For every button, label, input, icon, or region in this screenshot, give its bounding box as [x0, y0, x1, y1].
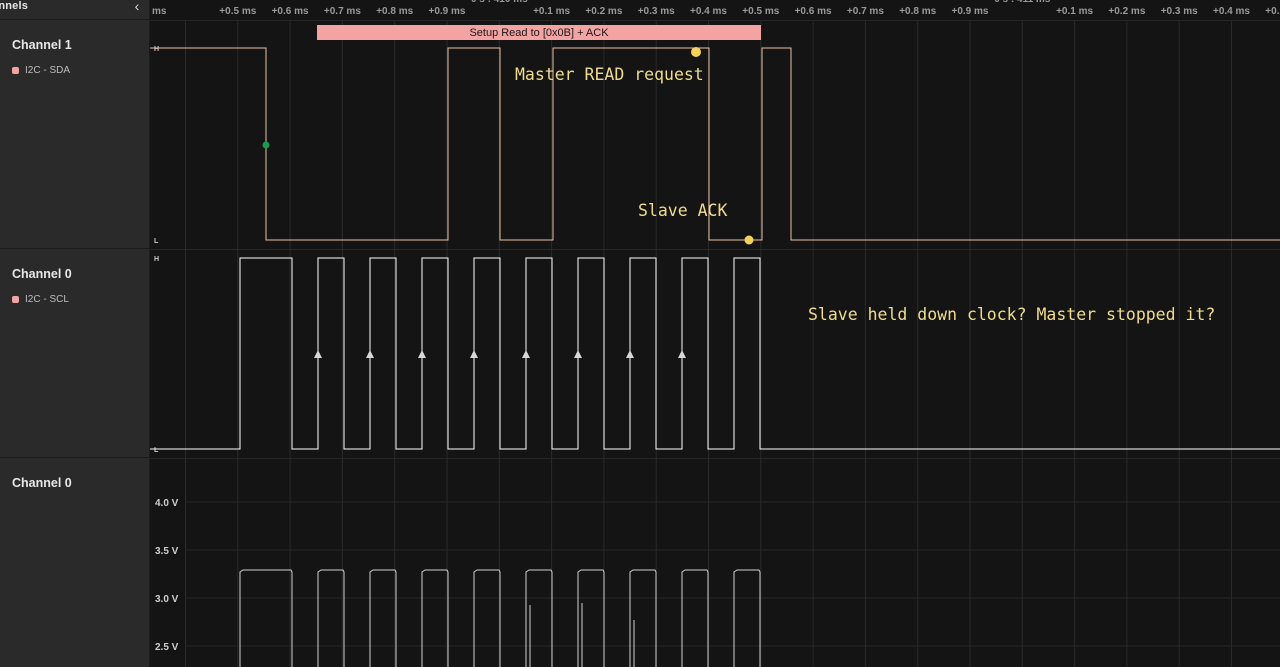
waveform-canvas[interactable]: ms +0.5 ms +0.6 ms +0.7 ms +0.8 ms +0.9 ms 0 s…: [150, 0, 1280, 667]
sample-arrow-marker: [678, 350, 686, 358]
time-tick-label: +0.9 ms: [952, 6, 989, 17]
time-tick-label: +0.1 ms: [533, 6, 570, 17]
time-tick-label: +0.8 ms: [899, 6, 936, 17]
sample-arrow-marker: [366, 350, 374, 358]
analyzer-color-dot: [12, 296, 19, 303]
channel-name: Channel 0: [12, 476, 72, 490]
sda-high-label: H: [154, 46, 159, 53]
time-tick-label: +0.2 ms: [585, 6, 622, 17]
time-tick-label: +0.7 ms: [847, 6, 884, 17]
annotation-marker: [744, 235, 754, 245]
sample-arrow-marker: [470, 350, 478, 358]
time-tick-label: +0.6 ms: [795, 6, 832, 17]
analyzer-name: I2C - SDA: [25, 65, 71, 76]
voltage-axis-label: 3.0 V: [155, 594, 179, 605]
time-tick-label: +0.4 ms: [1213, 6, 1250, 17]
i2c-frame[interactable]: Setup Read to [0x0B] + ACK: [317, 25, 761, 40]
cursor-label: 0 s : 411 ms: [994, 0, 1051, 5]
analyzer-label[interactable]: I2C - SDA: [12, 65, 70, 76]
sidebar-header: annels ‹: [0, 0, 150, 20]
channel-panel-analog[interactable]: Channel 0: [0, 459, 150, 667]
sample-arrow-marker: [522, 350, 530, 358]
start-condition-marker: [262, 141, 270, 149]
i2c-frame-label: Setup Read to [0x0B] + ACK: [469, 27, 609, 39]
analyzer-color-dot: [12, 67, 19, 74]
time-tick-label: +0.1 ms: [1056, 6, 1093, 17]
sample-arrow-marker: [626, 350, 634, 358]
time-tick-label: +0.2 ms: [1108, 6, 1145, 17]
annotation-text: Master READ request: [515, 65, 704, 84]
annotation-text: Slave held down clock? Master stopped it…: [808, 305, 1215, 324]
time-tick-label: +0.5 ms: [1265, 6, 1280, 17]
channel-name: Channel 0: [12, 267, 72, 281]
voltage-axis-label: 3.5 V: [155, 546, 179, 557]
voltage-axis-label: 2.5 V: [155, 642, 179, 653]
cursor-label: 0 s : 410 ms: [471, 0, 528, 5]
channel-panel-scl[interactable]: Channel 0 I2C - SCL: [0, 250, 150, 458]
analog-waveform: [239, 569, 761, 667]
annotation[interactable]: Slave ACK: [638, 201, 727, 220]
annotation-marker: [691, 47, 701, 57]
channel-panel-sda[interactable]: Channel 1 I2C - SDA: [0, 21, 150, 249]
waveform-plot[interactable]: ms +0.5 ms +0.6 ms +0.7 ms +0.8 ms +0.9 ms 0 s…: [150, 0, 1280, 667]
time-tick-label: ms: [152, 6, 167, 17]
voltage-axis-label: 4.0 V: [155, 498, 179, 509]
sample-arrow-marker: [314, 350, 322, 358]
chevron-left-icon[interactable]: ‹: [128, 0, 146, 14]
time-tick-label: +0.4 ms: [690, 6, 727, 17]
time-tick-label: +0.7 ms: [324, 6, 361, 17]
sample-arrow-marker: [574, 350, 582, 358]
sda-low-label: L: [154, 238, 159, 245]
analyzer-name: I2C - SCL: [25, 294, 69, 305]
time-tick-label: +0.9 ms: [429, 6, 466, 17]
annotation[interactable]: Master READ request: [515, 65, 704, 84]
scl-high-label: H: [154, 256, 159, 263]
time-tick-label: +0.5 ms: [742, 6, 779, 17]
channel-name: Channel 1: [12, 38, 72, 52]
sidebar-title: annels: [0, 0, 29, 12]
annotation-text: Slave ACK: [638, 201, 727, 220]
scl-low-label: L: [154, 447, 159, 454]
channels-sidebar: annels ‹ Channel 1 I2C - SDA Channel 0 I…: [0, 0, 150, 667]
time-tick-label: +0.6 ms: [272, 6, 309, 17]
analyzer-label[interactable]: I2C - SCL: [12, 294, 69, 305]
annotation[interactable]: Slave held down clock? Master stopped it…: [808, 305, 1215, 324]
time-tick-label: +0.3 ms: [1161, 6, 1198, 17]
sample-arrow-marker: [418, 350, 426, 358]
time-tick-label: +0.5 ms: [219, 6, 256, 17]
time-tick-label: +0.8 ms: [376, 6, 413, 17]
time-tick-label: +0.3 ms: [638, 6, 675, 17]
